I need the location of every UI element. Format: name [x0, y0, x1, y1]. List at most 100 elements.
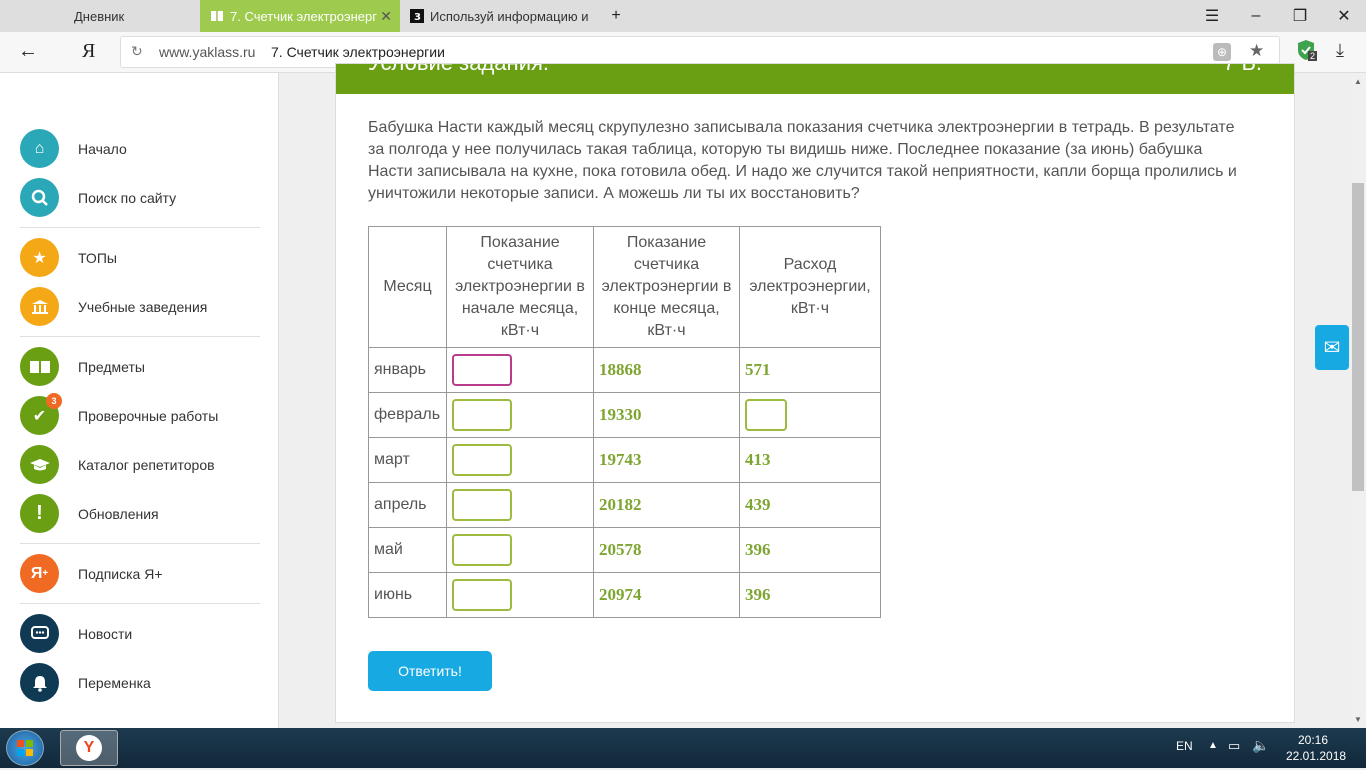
meter-table: Месяц Показание счетчика электроэнергии …: [368, 226, 881, 618]
tray-arrow-icon[interactable]: ▲: [1208, 740, 1218, 751]
book-icon: [20, 347, 59, 386]
end-value: 18868: [593, 347, 740, 393]
new-tab-icon[interactable]: +: [594, 0, 638, 32]
start-input[interactable]: [452, 399, 512, 431]
usage-value: 439: [739, 482, 881, 528]
url-page-title: 7. Счетчик электроэнергии: [271, 44, 445, 60]
scrollbar-thumb[interactable]: [1352, 183, 1364, 491]
check-icon: ✔ 3: [20, 393, 62, 435]
close-tab-icon[interactable]: ✕: [380, 8, 392, 25]
volume-icon[interactable]: 🔈: [1252, 737, 1269, 754]
end-value: 20974: [593, 572, 740, 618]
start-button[interactable]: [6, 730, 44, 766]
clock-date[interactable]: 22.01.2018: [1286, 749, 1346, 763]
sidebar-item-label: Проверочные работы: [78, 407, 219, 424]
star-icon: ★: [20, 238, 59, 277]
submit-answer-button[interactable]: Ответить!: [368, 651, 492, 691]
sidebar-divider: [20, 227, 260, 228]
month-cell: февраль: [368, 392, 447, 438]
page-scrollbar[interactable]: ▲ ▼: [1350, 73, 1366, 728]
exclamation-icon: !: [20, 494, 59, 533]
globe-icon[interactable]: ⊕: [1213, 43, 1231, 61]
notification-badge: 3: [46, 393, 62, 409]
start-input[interactable]: [452, 489, 512, 521]
start-input[interactable]: [452, 579, 512, 611]
sidebar: ⌂ Начало Поиск по сайту ★ ТОПы Учебные з…: [0, 73, 279, 728]
table-row: январь 18868 571: [368, 347, 881, 393]
start-cell: [446, 392, 594, 438]
usage-value: 396: [739, 572, 881, 618]
sidebar-item-tops[interactable]: ★ ТОПы: [20, 238, 117, 277]
close-window-icon[interactable]: ✕: [1322, 0, 1366, 32]
month-cell: январь: [368, 347, 447, 393]
yandex-logo[interactable]: Я: [82, 40, 95, 63]
sidebar-item-search[interactable]: Поиск по сайту: [20, 178, 176, 217]
task-card: Условие задания: 7 Б. Бабушка Насти кажд…: [335, 63, 1295, 723]
reload-icon[interactable]: ↻: [131, 43, 143, 60]
restore-icon[interactable]: ❐: [1278, 0, 1322, 32]
month-cell: март: [368, 437, 447, 483]
sidebar-item-updates[interactable]: ! Обновления: [20, 494, 159, 533]
tab-bar: Дневник 7. Счетчик электроэнерг ✕ 3 Испо…: [0, 0, 1366, 32]
sidebar-divider: [20, 336, 260, 337]
table-header-row: Месяц Показание счетчика электроэнергии …: [368, 226, 881, 348]
sidebar-divider: [20, 603, 260, 604]
bell-icon: [20, 663, 59, 702]
back-arrow-icon[interactable]: ←: [18, 40, 38, 63]
yandex-browser-taskbar-button[interactable]: Y: [60, 730, 118, 766]
sidebar-item-home[interactable]: ⌂ Начало: [20, 129, 127, 168]
protect-shield-icon[interactable]: 2: [1296, 39, 1318, 61]
end-value: 19330: [593, 392, 740, 438]
scroll-up-icon[interactable]: ▲: [1354, 77, 1362, 86]
sidebar-item-subjects[interactable]: Предметы: [20, 347, 145, 386]
header-usage: Расход электроэнергии, кВт·ч: [739, 226, 881, 348]
sidebar-divider: [20, 543, 260, 544]
sidebar-item-label: Поиск по сайту: [78, 189, 177, 206]
start-cell: [446, 482, 594, 528]
header-month: Месяц: [368, 226, 447, 348]
sidebar-item-news[interactable]: Новости: [20, 614, 132, 653]
usage-value: 413: [739, 437, 881, 483]
table-row: июнь 20974 396: [368, 572, 881, 618]
three-favicon-icon: 3: [410, 9, 424, 23]
table-row: февраль 19330: [368, 392, 881, 438]
tab-third[interactable]: 3 Используй информацию и: [400, 0, 600, 32]
tab-active[interactable]: 7. Счетчик электроэнерг ✕: [200, 0, 400, 32]
end-value: 19743: [593, 437, 740, 483]
network-icon[interactable]: ▭: [1228, 738, 1240, 754]
sidebar-item-label: Начало: [78, 140, 127, 157]
main-content: Условие задания: 7 Б. Бабушка Насти кажд…: [280, 63, 1350, 728]
month-cell: апрель: [368, 482, 447, 528]
usage-cell: [739, 392, 881, 438]
bookmark-star-icon[interactable]: ★: [1249, 41, 1264, 61]
language-indicator[interactable]: EN: [1176, 739, 1193, 753]
usage-value: 396: [739, 527, 881, 573]
start-input[interactable]: [452, 444, 512, 476]
sidebar-item-tutors[interactable]: Каталог репетиторов: [20, 445, 215, 484]
home-icon: ⌂: [20, 129, 59, 168]
start-input[interactable]: [452, 534, 512, 566]
sidebar-item-subscription[interactable]: Я + Подписка Я+: [20, 554, 163, 593]
download-icon[interactable]: ⤓: [1336, 40, 1344, 61]
sidebar-item-tests[interactable]: ✔ 3 Проверочные работы: [20, 393, 219, 435]
sidebar-item-schools[interactable]: Учебные заведения: [20, 287, 207, 326]
usage-value: 571: [739, 347, 881, 393]
graduation-cap-icon: [20, 445, 59, 484]
tab-title: Дневник: [74, 8, 125, 24]
usage-input[interactable]: [745, 399, 787, 431]
menu-icon[interactable]: ☰: [1190, 0, 1234, 32]
sidebar-item-label: Новости: [78, 625, 133, 642]
minimize-icon[interactable]: –: [1234, 0, 1278, 32]
feedback-mail-icon[interactable]: ✉: [1315, 325, 1349, 370]
month-cell: июнь: [368, 572, 447, 618]
scroll-down-icon[interactable]: ▼: [1354, 715, 1362, 724]
clock-time[interactable]: 20:16: [1298, 733, 1328, 747]
url-domain: www.yaklass.ru: [159, 44, 256, 60]
sidebar-item-label: Переменка: [78, 674, 151, 691]
sidebar-item-break[interactable]: Переменка: [20, 663, 151, 702]
start-input[interactable]: [452, 354, 512, 386]
header-start: Показание счетчика электроэнергии в нача…: [446, 226, 594, 348]
start-cell: [446, 437, 594, 483]
sidebar-item-label: Учебные заведения: [78, 298, 208, 315]
tab-dnevnik[interactable]: Дневник: [0, 0, 200, 32]
